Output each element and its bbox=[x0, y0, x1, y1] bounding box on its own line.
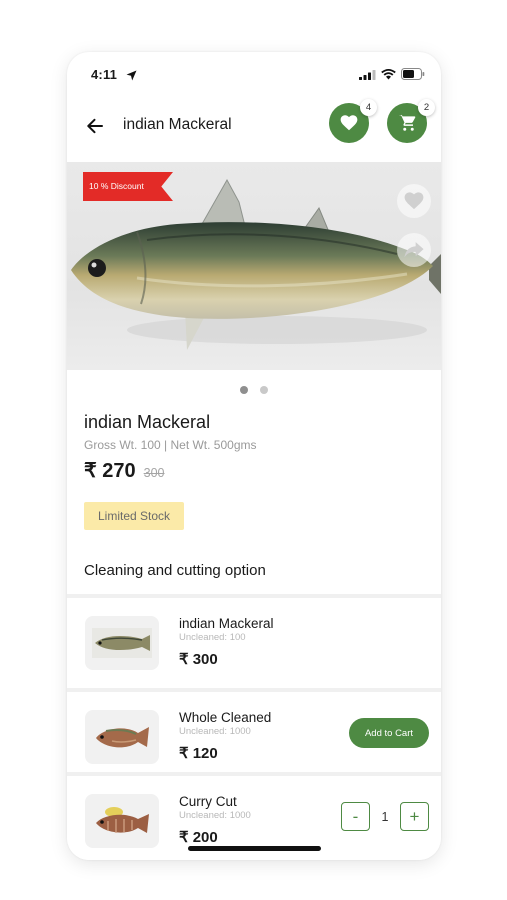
product-price: ₹ 270 bbox=[84, 460, 136, 482]
product-weights: Gross Wt. 100 | Net Wt. 500gms bbox=[84, 438, 257, 452]
wishlist-count-badge: 4 bbox=[360, 99, 377, 116]
status-time: 4:11 bbox=[91, 67, 118, 82]
status-icons bbox=[359, 68, 425, 80]
product-mrp: 300 bbox=[143, 466, 165, 480]
price-row: ₹ 270 300 bbox=[84, 458, 165, 483]
fish-thumbnail-image bbox=[96, 807, 149, 833]
back-arrow-icon bbox=[87, 118, 103, 134]
cart-icon bbox=[398, 114, 416, 131]
decrement-button[interactable]: - bbox=[341, 802, 370, 831]
battery-icon bbox=[401, 68, 425, 80]
carousel-dot[interactable] bbox=[240, 386, 248, 394]
share-button[interactable] bbox=[397, 233, 431, 267]
home-indicator bbox=[188, 846, 321, 851]
location-arrow-icon bbox=[126, 70, 137, 81]
stock-badge: Limited Stock bbox=[84, 502, 185, 530]
cart-button[interactable]: 2 bbox=[387, 99, 435, 143]
carousel-dot[interactable] bbox=[260, 386, 268, 394]
favorite-button[interactable] bbox=[397, 184, 431, 218]
heart-icon bbox=[404, 192, 424, 210]
fish-thumbnail-image bbox=[92, 628, 152, 658]
app-header: indian Mackeral 4 2 bbox=[67, 98, 441, 162]
option-price: ₹ 300 bbox=[179, 651, 218, 668]
option-name: Whole Cleaned bbox=[179, 710, 272, 725]
back-button[interactable] bbox=[81, 112, 109, 140]
cart-count-badge: 2 bbox=[418, 99, 435, 116]
option-name: Curry Cut bbox=[179, 794, 237, 809]
quantity-value: 1 bbox=[381, 809, 389, 824]
option-uncleaned: Uncleaned: 100 bbox=[179, 632, 246, 643]
product-name: indian Mackeral bbox=[84, 412, 211, 432]
option-price: ₹ 120 bbox=[179, 745, 218, 762]
status-bar: 4:11 bbox=[67, 52, 441, 98]
discount-badge: 10 % Discount bbox=[83, 172, 173, 201]
product-image-carousel[interactable]: 10 % Discount bbox=[67, 162, 441, 370]
option-row[interactable]: Whole Cleaned Uncleaned: 1000 ₹ 120 Add … bbox=[67, 692, 441, 782]
fish-thumbnail-image bbox=[96, 727, 149, 748]
increment-button[interactable]: + bbox=[400, 802, 429, 831]
option-name: indian Mackeral bbox=[179, 616, 274, 631]
wifi-icon bbox=[381, 68, 396, 79]
option-price: ₹ 200 bbox=[179, 829, 218, 846]
option-thumbnail bbox=[85, 710, 159, 764]
option-thumbnail bbox=[85, 616, 159, 670]
phone-frame: 4:11 indian Mackeral 4 2 10 % Discount i… bbox=[67, 52, 441, 860]
option-thumbnail bbox=[85, 794, 159, 848]
option-row[interactable]: indian Mackeral Uncleaned: 100 ₹ 300 bbox=[67, 598, 441, 688]
quantity-stepper: - 1 + bbox=[341, 802, 429, 831]
signal-icon bbox=[359, 69, 376, 80]
wishlist-button[interactable]: 4 bbox=[329, 99, 377, 143]
add-to-cart-button[interactable]: Add to Cart bbox=[349, 718, 429, 748]
page-title: indian Mackeral bbox=[123, 116, 232, 133]
carousel-pagination bbox=[67, 386, 441, 394]
cleaning-options-title: Cleaning and cutting option bbox=[84, 562, 266, 579]
share-icon bbox=[404, 242, 424, 258]
heart-icon bbox=[340, 115, 358, 131]
option-uncleaned: Uncleaned: 1000 bbox=[179, 726, 251, 737]
option-uncleaned: Uncleaned: 1000 bbox=[179, 810, 251, 821]
